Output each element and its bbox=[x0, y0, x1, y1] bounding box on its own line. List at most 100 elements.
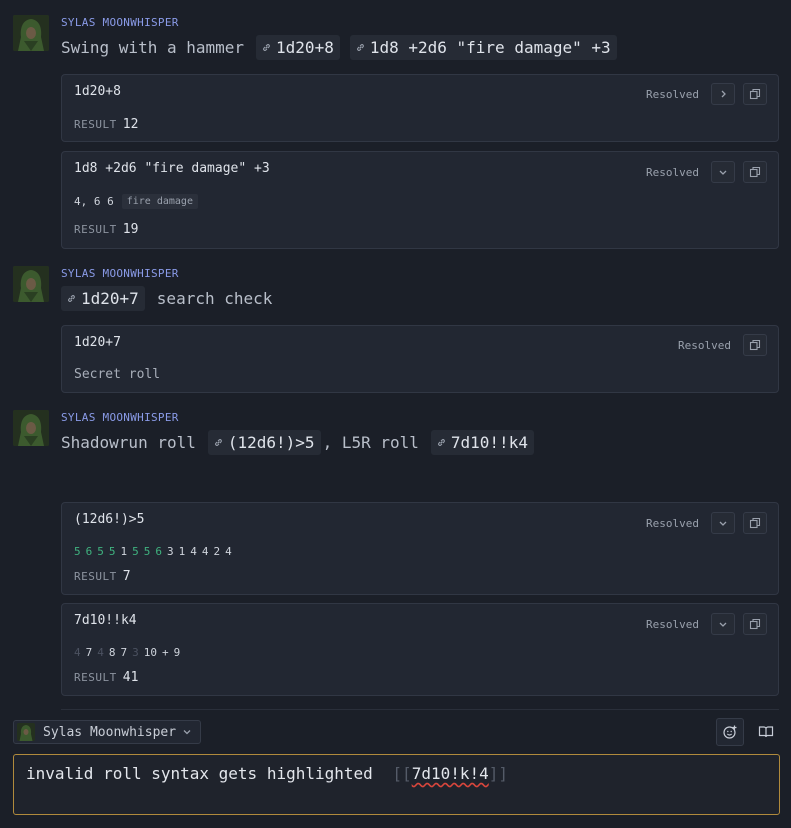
die-result: 10 bbox=[143, 646, 157, 659]
die-success: 5 bbox=[132, 545, 139, 558]
divider bbox=[61, 709, 779, 710]
die-dropped: 4 bbox=[97, 646, 104, 659]
message-text-before: Swing with a hammer bbox=[61, 38, 245, 57]
roll-chip[interactable]: 1d8 +2d6 "fire damage" +3 bbox=[349, 35, 617, 60]
roll-expression: (12d6!)>5 bbox=[74, 512, 145, 527]
message-input[interactable]: invalid roll syntax gets highlighted [[7… bbox=[13, 754, 780, 815]
roll-expression: 1d8 +2d6 "fire damage" +3 bbox=[74, 161, 270, 176]
message-text: Shadowrun roll (12d6!)>5 , L5R roll 7d10… bbox=[61, 430, 536, 455]
damage-tag: fire damage bbox=[121, 194, 198, 209]
roll-expression: 7d10!!k4 bbox=[74, 613, 137, 628]
character-select[interactable]: Sylas Moonwhisper bbox=[13, 720, 201, 744]
die-success: 6 bbox=[85, 545, 93, 558]
roll-expression: 1d20+8 bbox=[74, 84, 121, 99]
die-result: 7 bbox=[85, 646, 93, 659]
roll-status: Resolved bbox=[678, 339, 731, 352]
roll-chip[interactable]: (12d6!)>5 bbox=[207, 430, 321, 455]
result-label: RESULT bbox=[74, 223, 117, 236]
die-result: 4 bbox=[225, 545, 232, 558]
invalid-roll: 7d10!k!4 bbox=[411, 764, 489, 783]
die-result: 3 bbox=[167, 545, 174, 558]
chevron-down-icon bbox=[719, 521, 727, 526]
collapse-button[interactable] bbox=[711, 161, 735, 183]
die-result: 9 bbox=[173, 646, 181, 659]
result-value: 41 bbox=[122, 670, 139, 685]
roll-chip-label: 1d20+7 bbox=[81, 289, 139, 308]
collapse-button[interactable] bbox=[711, 613, 735, 635]
secret-roll-note: Secret roll bbox=[74, 367, 161, 382]
roll-bracket-open: [[ bbox=[392, 764, 412, 783]
result-value: 12 bbox=[122, 117, 139, 132]
copy-button[interactable] bbox=[743, 83, 767, 105]
roll-status: Resolved bbox=[646, 517, 699, 530]
message-text-a: Shadowrun roll bbox=[61, 433, 196, 452]
roll-chip[interactable]: 1d20+8 bbox=[256, 35, 340, 60]
roll-chip-label: 1d8 +2d6 "fire damage" +3 bbox=[369, 38, 611, 57]
copy-icon bbox=[749, 517, 761, 529]
roll-card: 1d20+8 Resolved RESULT 12 bbox=[61, 74, 779, 142]
copy-button[interactable] bbox=[743, 161, 767, 183]
message-author: SYLAS MOONWHISPER bbox=[61, 267, 179, 280]
rules-book-button[interactable] bbox=[752, 718, 780, 746]
roll-card: 7d10!!k4 Resolved 4 7 4 8 7 3 10 + 9 RES… bbox=[61, 603, 779, 696]
roll-status: Resolved bbox=[646, 166, 699, 179]
link-icon bbox=[437, 439, 445, 446]
collapse-button[interactable] bbox=[711, 512, 735, 534]
roll-bracket-close: ]] bbox=[488, 764, 509, 783]
chevron-down-icon bbox=[719, 170, 727, 175]
result-label: RESULT bbox=[74, 570, 117, 583]
message-text-b: , L5R roll bbox=[322, 433, 419, 452]
die-dropped: 3 bbox=[132, 646, 139, 659]
roll-chip-label: 7d10!!k4 bbox=[450, 433, 528, 452]
die-result: 4 bbox=[201, 545, 209, 558]
copy-icon bbox=[749, 339, 761, 351]
die-result: 8 bbox=[108, 646, 116, 659]
copy-icon bbox=[749, 88, 761, 100]
copy-icon bbox=[749, 618, 761, 630]
result-value: 7 bbox=[122, 569, 131, 584]
dice-results: 5 6 5 5 1 5 5 6 3 1 4 4 2 4 bbox=[74, 545, 237, 558]
expand-button[interactable] bbox=[711, 83, 735, 105]
input-text: invalid roll syntax gets highlighted bbox=[26, 764, 373, 783]
chevron-down-icon bbox=[183, 730, 191, 735]
message-text-after: search check bbox=[156, 289, 273, 308]
die-result: 1 bbox=[178, 545, 186, 558]
roll-chip-label: 1d20+8 bbox=[276, 38, 334, 57]
roll-expression: 1d20+7 bbox=[74, 335, 121, 350]
roll-card: 1d20+7 Resolved Secret roll bbox=[61, 325, 779, 393]
avatar bbox=[13, 266, 49, 302]
link-icon bbox=[263, 44, 270, 51]
roll-chip[interactable]: 1d20+7 bbox=[61, 286, 145, 311]
book-icon bbox=[758, 726, 774, 738]
roll-card: 1d8 +2d6 "fire damage" +3 Resolved 4, 6 … bbox=[61, 151, 779, 249]
copy-button[interactable] bbox=[743, 334, 767, 356]
die-result: 2 bbox=[213, 545, 221, 558]
result-value: 19 bbox=[122, 222, 139, 237]
roll-card: (12d6!)>5 Resolved 5 6 5 5 1 5 5 6 3 1 4… bbox=[61, 502, 779, 595]
die-result: 4 bbox=[190, 545, 197, 558]
die-success: 5 bbox=[143, 545, 151, 558]
die-success: 6 bbox=[155, 545, 162, 558]
roll-chip[interactable]: 7d10!!k4 bbox=[430, 430, 534, 455]
die-plus: + bbox=[162, 646, 169, 659]
link-icon bbox=[214, 439, 222, 446]
link-icon bbox=[356, 44, 364, 51]
character-avatar bbox=[17, 723, 35, 741]
copy-icon bbox=[749, 166, 761, 178]
result-label: RESULT bbox=[74, 671, 117, 684]
character-name: Sylas Moonwhisper bbox=[43, 724, 177, 740]
die-result: 1 bbox=[120, 545, 128, 558]
result-label: RESULT bbox=[74, 118, 117, 131]
chevron-down-icon bbox=[719, 622, 727, 627]
emoji-button[interactable] bbox=[716, 718, 744, 746]
die-success: 5 bbox=[108, 545, 116, 558]
roll-status: Resolved bbox=[646, 88, 699, 101]
message-text: 1d20+7 search check bbox=[61, 286, 272, 311]
chevron-right-icon bbox=[721, 90, 726, 98]
link-icon bbox=[68, 295, 75, 302]
roll-status: Resolved bbox=[646, 618, 699, 631]
copy-button[interactable] bbox=[743, 512, 767, 534]
die-success: 5 bbox=[74, 545, 81, 558]
message-text: Swing with a hammer 1d20+8 1d8 +2d6 "fir… bbox=[61, 35, 619, 60]
copy-button[interactable] bbox=[743, 613, 767, 635]
